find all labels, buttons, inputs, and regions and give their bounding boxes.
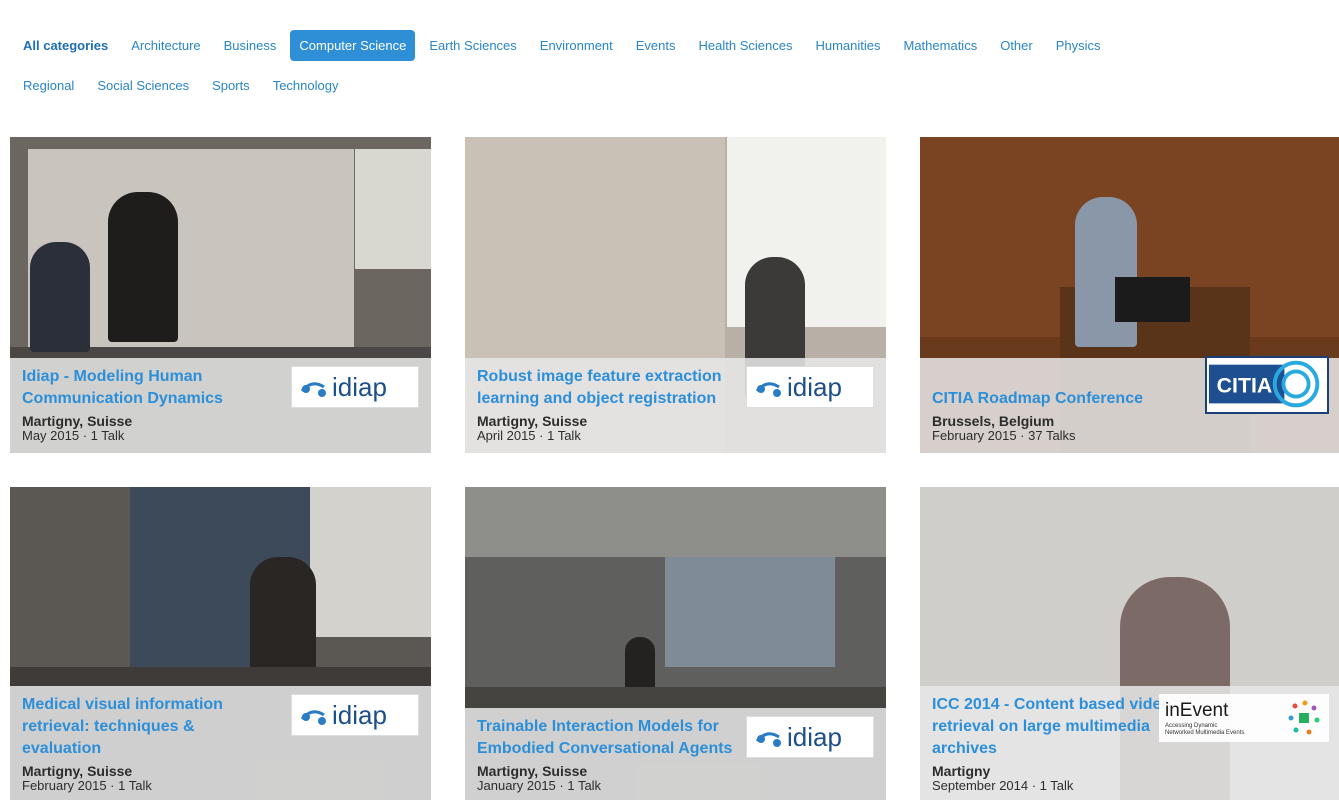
event-info: CITIA CITIA Roadmap Conference Brussels,… bbox=[920, 356, 1339, 453]
category-humanities[interactable]: Humanities bbox=[806, 30, 889, 61]
category-events[interactable]: Events bbox=[627, 30, 685, 61]
svg-text:CITIA: CITIA bbox=[1217, 374, 1273, 398]
citia-logo-icon: CITIA bbox=[1208, 360, 1320, 408]
event-card[interactable]: idiap Medical visual information retriev… bbox=[10, 487, 431, 800]
event-info: idiap Medical visual information retriev… bbox=[10, 686, 431, 800]
event-card[interactable]: CITIA CITIA Roadmap Conference Brussels,… bbox=[920, 137, 1339, 453]
event-card[interactable]: idiap Trainable Interaction Models for E… bbox=[465, 487, 886, 800]
svg-text:idiap: idiap bbox=[332, 372, 387, 402]
event-title[interactable]: Robust image feature extraction learning… bbox=[477, 366, 742, 410]
event-card[interactable]: idiap Idiap - Modeling Human Communicati… bbox=[10, 137, 431, 453]
svg-text:Networked Multimedia Events: Networked Multimedia Events bbox=[1165, 730, 1244, 736]
event-date-talks: February 2015 · 37 Talks bbox=[932, 428, 1076, 443]
category-row-1: All categories Architecture Business Com… bbox=[14, 28, 1314, 62]
category-social-sciences[interactable]: Social Sciences bbox=[88, 70, 198, 101]
category-row-2: Regional Social Sciences Sports Technolo… bbox=[14, 68, 1314, 102]
category-architecture[interactable]: Architecture bbox=[122, 30, 209, 61]
idiap-logo-icon: idiap bbox=[300, 700, 387, 730]
category-sports[interactable]: Sports bbox=[203, 70, 259, 101]
event-date-talks: April 2015 · 1 Talk bbox=[477, 428, 581, 443]
event-info: idiap Robust image feature extraction le… bbox=[465, 358, 886, 453]
idiap-logo: idiap bbox=[291, 366, 419, 408]
event-title[interactable]: Idiap - Modeling Human Communication Dyn… bbox=[22, 366, 292, 410]
event-info: idiap Trainable Interaction Models for E… bbox=[465, 708, 886, 800]
svg-text:idiap: idiap bbox=[787, 722, 842, 752]
category-mathematics[interactable]: Mathematics bbox=[895, 30, 987, 61]
category-earth-sciences[interactable]: Earth Sciences bbox=[420, 30, 525, 61]
event-location: Martigny, Suisse bbox=[22, 413, 133, 429]
inevent-logo-icon: inEvent Accessing Dynamic Networked Mult… bbox=[1165, 700, 1320, 736]
event-title[interactable]: CITIA Roadmap Conference bbox=[932, 388, 1202, 410]
category-other[interactable]: Other bbox=[991, 30, 1042, 61]
category-filter-bar: All categories Architecture Business Com… bbox=[14, 28, 1314, 108]
event-title[interactable]: Trainable Interaction Models for Embodie… bbox=[477, 716, 752, 760]
event-card[interactable]: inEvent Accessing Dynamic Networked Mult… bbox=[920, 487, 1339, 800]
svg-text:idiap: idiap bbox=[332, 700, 387, 730]
citia-logo: CITIA bbox=[1205, 356, 1329, 414]
idiap-logo-icon: idiap bbox=[755, 722, 842, 752]
event-title[interactable]: ICC 2014 - Content based video retrieval… bbox=[932, 694, 1177, 760]
idiap-logo-icon: idiap bbox=[300, 372, 387, 402]
category-regional[interactable]: Regional bbox=[14, 70, 83, 101]
event-location: Martigny bbox=[932, 763, 991, 779]
inevent-logo: inEvent Accessing Dynamic Networked Mult… bbox=[1159, 694, 1329, 742]
event-location: Martigny, Suisse bbox=[477, 413, 588, 429]
event-info: idiap Idiap - Modeling Human Communicati… bbox=[10, 358, 431, 453]
idiap-logo-icon: idiap bbox=[755, 372, 842, 402]
event-location: Martigny, Suisse bbox=[477, 763, 588, 779]
category-computer-science[interactable]: Computer Science bbox=[290, 29, 416, 61]
category-technology[interactable]: Technology bbox=[264, 70, 348, 101]
event-date-talks: February 2015 · 1 Talk bbox=[22, 778, 152, 793]
event-title[interactable]: Medical visual information retrieval: te… bbox=[22, 694, 262, 760]
svg-text:Accessing Dynamic: Accessing Dynamic bbox=[1165, 723, 1217, 729]
event-date-talks: May 2015 · 1 Talk bbox=[22, 428, 125, 443]
idiap-logo: idiap bbox=[746, 366, 874, 408]
event-info: inEvent Accessing Dynamic Networked Mult… bbox=[920, 686, 1339, 800]
svg-text:idiap: idiap bbox=[787, 372, 842, 402]
category-environment[interactable]: Environment bbox=[531, 30, 622, 61]
svg-text:inEvent: inEvent bbox=[1165, 700, 1229, 721]
category-physics[interactable]: Physics bbox=[1047, 30, 1110, 61]
event-location: Brussels, Belgium bbox=[932, 413, 1055, 429]
event-date-talks: January 2015 · 1 Talk bbox=[477, 778, 602, 793]
category-all[interactable]: All categories bbox=[14, 30, 117, 61]
idiap-logo: idiap bbox=[746, 716, 874, 758]
event-card[interactable]: idiap Robust image feature extraction le… bbox=[465, 137, 886, 453]
idiap-logo: idiap bbox=[291, 694, 419, 736]
category-health-sciences[interactable]: Health Sciences bbox=[690, 30, 802, 61]
category-business[interactable]: Business bbox=[215, 30, 286, 61]
event-date-talks: September 2014 · 1 Talk bbox=[932, 778, 1074, 793]
event-location: Martigny, Suisse bbox=[22, 763, 133, 779]
